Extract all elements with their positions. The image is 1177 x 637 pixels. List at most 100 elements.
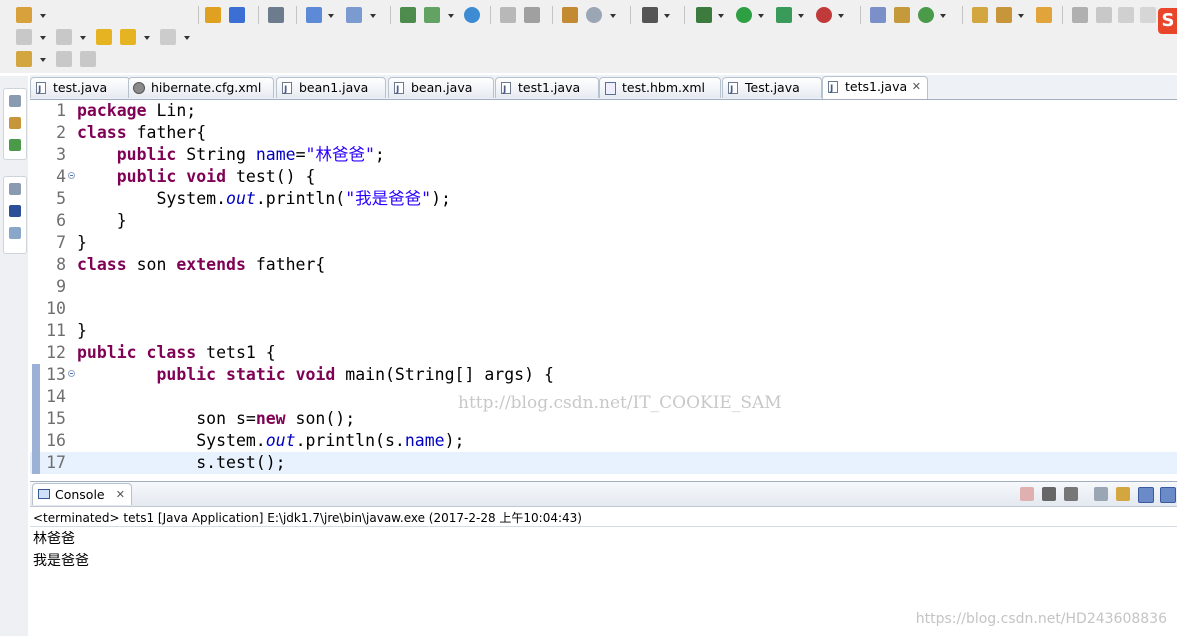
watermark: http://blog.csdn.net/IT_COOKIE_SAM	[458, 393, 782, 413]
open-type-icon[interactable]	[346, 7, 362, 23]
code-line[interactable]: 6 }	[30, 210, 1177, 232]
pin-console-icon[interactable]	[1138, 487, 1154, 503]
print-icon[interactable]	[80, 51, 96, 67]
remove-all-icon[interactable]	[1064, 487, 1078, 501]
highlight-icon[interactable]	[1096, 7, 1112, 23]
class-icon[interactable]	[229, 7, 245, 23]
tab-tets1-java[interactable]: tets1.java ✕	[822, 76, 928, 99]
code-line[interactable]: 4 public void test() {	[30, 166, 1177, 188]
code-line[interactable]: 12 public class tets1 {	[30, 342, 1177, 364]
tab-test1-java[interactable]: test1.java	[495, 77, 599, 100]
code-token: name	[404, 431, 445, 450]
chevron-down-icon[interactable]	[610, 14, 616, 18]
remove-launch-icon[interactable]	[1042, 487, 1056, 501]
server-icon[interactable]	[400, 7, 416, 23]
fold-toggle-icon[interactable]	[68, 370, 75, 377]
code-line[interactable]: 3 public String name="林爸爸";	[30, 144, 1177, 166]
camera-icon[interactable]	[642, 7, 658, 23]
tab-console[interactable]: Console ✕	[32, 483, 132, 505]
chevron-down-icon[interactable]	[448, 14, 454, 18]
code-line[interactable]: 1 package Lin;	[30, 100, 1177, 122]
code-line[interactable]: 13 public static void main(String[] args…	[30, 364, 1177, 386]
hierarchy-icon[interactable]	[9, 139, 21, 151]
save-icon[interactable]	[56, 51, 72, 67]
publish-icon[interactable]	[586, 7, 602, 23]
chevron-down-icon[interactable]	[838, 14, 844, 18]
next-annotation-icon[interactable]	[16, 29, 32, 45]
chevron-down-icon[interactable]	[664, 14, 670, 18]
run-icon[interactable]	[736, 7, 752, 23]
chevron-down-icon[interactable]	[144, 36, 150, 40]
chevron-down-icon[interactable]	[940, 14, 946, 18]
chevron-down-icon[interactable]	[40, 36, 46, 40]
code-line[interactable]: 7}	[30, 232, 1177, 254]
code-line[interactable]: 9	[30, 276, 1177, 298]
chevron-down-icon[interactable]	[40, 14, 46, 18]
chevron-down-icon[interactable]	[80, 36, 86, 40]
close-icon[interactable]: ✕	[116, 484, 125, 505]
open-folder-icon[interactable]	[972, 7, 988, 23]
tab-test-java-capital[interactable]: Test.java	[722, 77, 822, 100]
code-line[interactable]: 11}	[30, 320, 1177, 342]
new-wizard-icon[interactable]	[16, 7, 32, 23]
code-text: public class tets1 {	[77, 342, 276, 364]
chevron-down-icon[interactable]	[184, 36, 190, 40]
refresh-icon[interactable]	[524, 7, 540, 23]
outline-icon[interactable]	[9, 205, 21, 217]
clear-console-icon[interactable]	[1094, 487, 1108, 501]
back-icon[interactable]	[500, 7, 516, 23]
search-icon[interactable]	[306, 7, 322, 23]
code-line[interactable]: 5 System.out.println("我是爸爸");	[30, 188, 1177, 210]
code-line[interactable]: 2 class father{	[30, 122, 1177, 144]
restore-icon[interactable]	[9, 183, 21, 195]
package-icon[interactable]	[205, 7, 221, 23]
tab-test-hbm-xml[interactable]: test.hbm.xml	[599, 77, 721, 98]
code-area[interactable]: 1 package Lin; 2 class father{3 public Stri…	[30, 100, 1177, 477]
new-java-project-icon[interactable]	[870, 7, 886, 23]
deploy-icon[interactable]	[424, 7, 440, 23]
tab-bean1-java[interactable]: bean1.java	[276, 77, 386, 100]
forward-arrow-icon[interactable]	[160, 29, 176, 45]
task-list-icon[interactable]	[9, 227, 21, 239]
terminate-icon[interactable]	[1020, 487, 1034, 501]
code-line[interactable]: 8 class son extends father{	[30, 254, 1177, 276]
package-explorer-icon[interactable]	[9, 117, 21, 129]
block-select-icon[interactable]	[1118, 7, 1134, 23]
previous-annotation-icon[interactable]	[56, 29, 72, 45]
fold-toggle-icon[interactable]	[68, 172, 75, 179]
chevron-down-icon[interactable]	[718, 14, 724, 18]
pin-icon[interactable]	[1072, 7, 1088, 23]
scroll-lock-icon[interactable]	[1116, 487, 1130, 501]
brush-icon[interactable]	[996, 7, 1012, 23]
code-line[interactable]: 17 s.test();	[30, 452, 1177, 474]
chevron-down-icon[interactable]	[370, 14, 376, 18]
display-console-icon[interactable]	[1160, 487, 1176, 503]
new-file-icon[interactable]	[16, 51, 32, 67]
tab-hibernate-cfg-xml[interactable]: hibernate.cfg.xml	[128, 77, 274, 98]
back-arrow-icon[interactable]	[120, 29, 136, 45]
last-edit-icon[interactable]	[96, 29, 112, 45]
chevron-down-icon[interactable]	[798, 14, 804, 18]
close-icon[interactable]: ✕	[912, 77, 921, 97]
chevron-down-icon[interactable]	[40, 58, 46, 62]
debug-icon[interactable]	[696, 7, 712, 23]
globe-icon[interactable]	[464, 7, 480, 23]
chevron-down-icon[interactable]	[328, 14, 334, 18]
task-icon[interactable]	[1036, 7, 1052, 23]
new-package-icon[interactable]	[894, 7, 910, 23]
tab-test-java[interactable]: test.java	[30, 77, 130, 100]
code-token: }	[77, 321, 87, 340]
coverage-icon[interactable]	[776, 7, 792, 23]
chevron-down-icon[interactable]	[1018, 14, 1024, 18]
chevron-down-icon[interactable]	[758, 14, 764, 18]
new-class-icon[interactable]	[918, 7, 934, 23]
external-tools-icon[interactable]	[816, 7, 832, 23]
new-server-icon[interactable]	[562, 7, 578, 23]
console-view-icon[interactable]	[268, 7, 284, 23]
tab-bean-java[interactable]: bean.java	[388, 77, 494, 100]
restore-icon[interactable]	[9, 95, 21, 107]
code-line[interactable]: 16 System.out.println(s.name);	[30, 430, 1177, 452]
code-line[interactable]: 10	[30, 298, 1177, 320]
show-whitespace-icon[interactable]	[1140, 7, 1156, 23]
